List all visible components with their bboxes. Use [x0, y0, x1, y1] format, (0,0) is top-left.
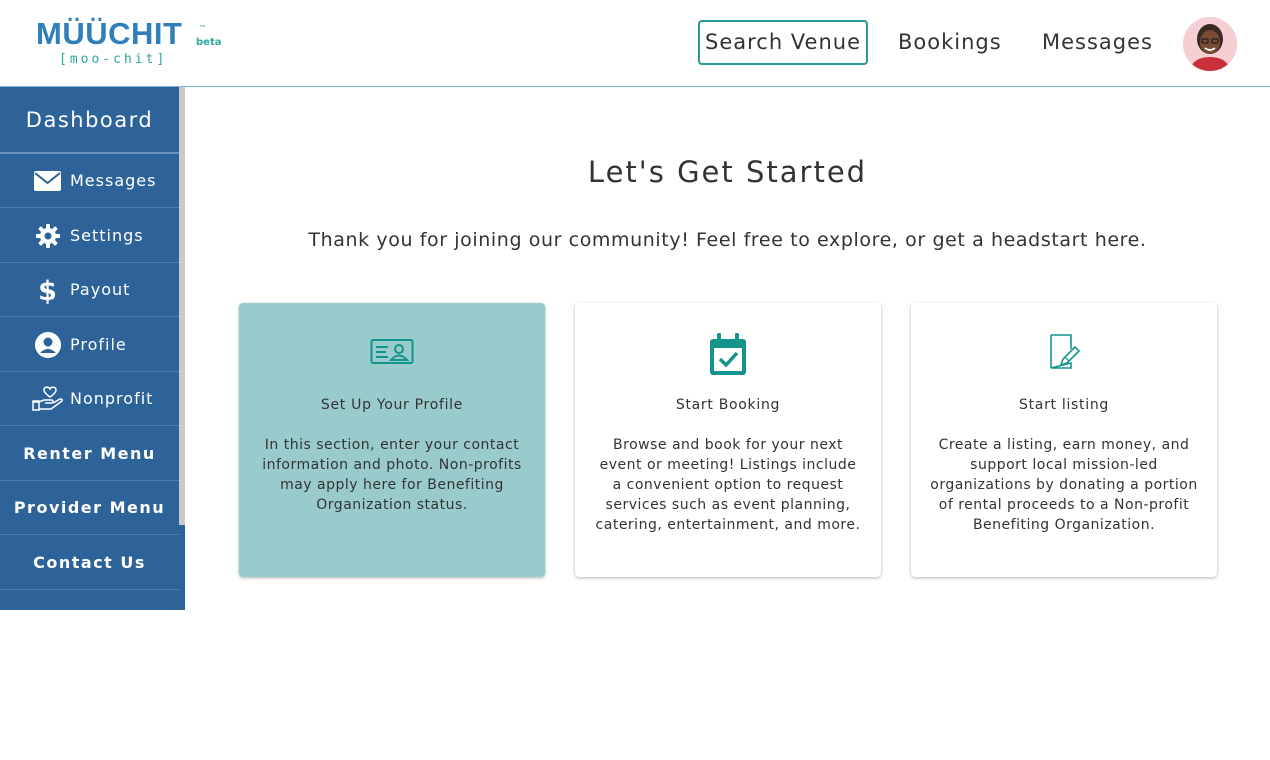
sidebar-item-label: Profile [70, 335, 127, 354]
card-title: Start Booking [675, 397, 781, 413]
hand-heart-icon [32, 385, 63, 413]
user-circle-icon [34, 331, 62, 359]
gear-icon [35, 222, 63, 250]
start-booking-card[interactable]: Start Booking Browse and book for your n… [575, 303, 881, 577]
card-title: Start listing [1019, 397, 1109, 413]
card-description: Browse and book for your next event or m… [595, 437, 861, 533]
card-description: In this section, enter your contact info… [262, 437, 522, 513]
dollar-icon: $ [38, 276, 66, 307]
sidebar-scrollbar[interactable] [179, 87, 185, 525]
card-description: Create a listing, earn money, and suppor… [930, 437, 1198, 533]
top-header: MÜÜCHIT ™ beta [moo-chit] Search Venue B… [0, 0, 1270, 87]
page-subtitle: Thank you for joining our community! Fee… [308, 229, 1147, 251]
sidebar-renter-menu[interactable]: Renter Menu [0, 427, 179, 481]
setup-profile-card[interactable]: Set Up Your Profile In this section, ent… [239, 303, 545, 577]
sidebar-item-profile[interactable]: Profile [0, 318, 179, 372]
user-avatar-photo [1183, 17, 1237, 71]
brand-pronunciation: [moo-chit] [59, 52, 168, 67]
sidebar-item-label: Payout [70, 280, 131, 299]
sidebar-item-label: Messages [70, 171, 157, 190]
page-title: Let's Get Started [587, 155, 868, 189]
sidebar-item-settings[interactable]: Settings [0, 209, 179, 263]
svg-text:$: $ [38, 276, 58, 304]
sidebar-item-label: Nonprofit [70, 389, 154, 408]
search-venue-button[interactable]: Search Venue [698, 20, 868, 65]
envelope-icon [33, 167, 61, 195]
sidebar-dashboard-title[interactable]: Dashboard [0, 87, 179, 154]
trademark-mark: ™ [199, 24, 206, 32]
nav-messages-link[interactable]: Messages [1042, 20, 1153, 65]
calendar-check-icon [575, 329, 881, 379]
sidebar-item-payout[interactable]: $ Payout [0, 263, 179, 317]
card-title: Set Up Your Profile [320, 397, 464, 413]
sidebar: Dashboard Messages Settings $ Payout Pro… [0, 87, 185, 610]
brand-logo[interactable]: MÜÜCHIT ™ beta [moo-chit] [36, 16, 226, 72]
sidebar-item-nonprofit[interactable]: Nonprofit [0, 372, 179, 426]
user-avatar[interactable] [1183, 17, 1237, 71]
sidebar-item-messages[interactable]: Messages [0, 154, 179, 208]
brand-name: MÜÜCHIT [36, 16, 183, 51]
id-card-icon [239, 329, 545, 379]
sidebar-provider-menu[interactable]: Provider Menu [0, 481, 179, 535]
nav-bookings-link[interactable]: Bookings [898, 20, 1002, 65]
sidebar-contact-us[interactable]: Contact Us [0, 536, 179, 590]
beta-tag: beta [196, 37, 222, 48]
start-listing-card[interactable]: Start listing Create a listing, earn mon… [911, 303, 1217, 577]
edit-document-icon [911, 329, 1217, 379]
sidebar-item-label: Settings [70, 226, 144, 245]
